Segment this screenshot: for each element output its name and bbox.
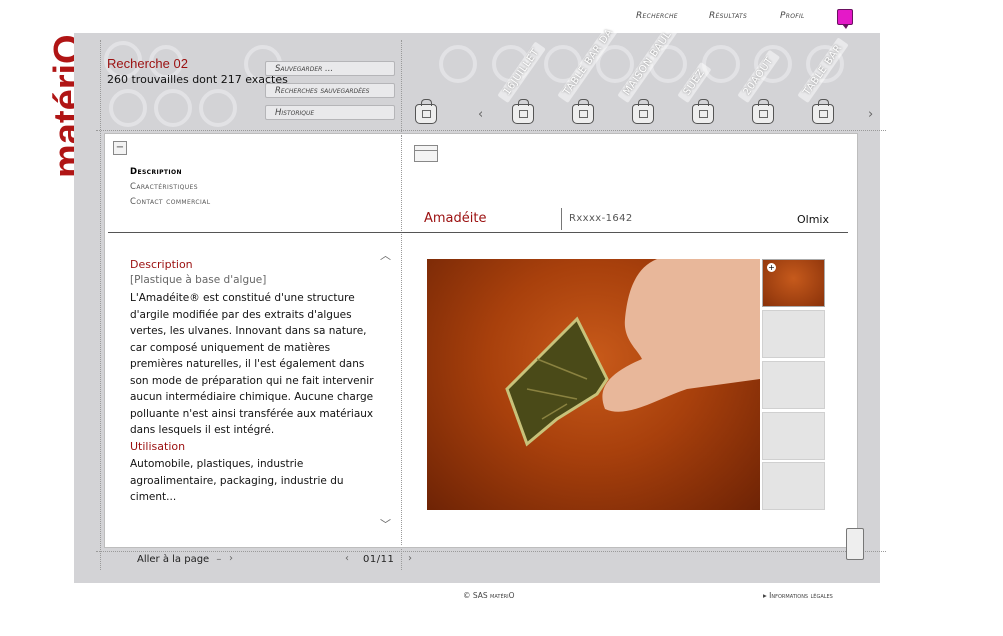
photo-thumbnail-empty xyxy=(762,361,825,409)
scroll-down-icon[interactable]: ﹀ xyxy=(380,516,391,532)
material-reference: Rxxxx-1642 xyxy=(569,213,633,224)
decor-ring xyxy=(702,45,740,83)
basket-icon[interactable] xyxy=(572,99,594,124)
prev-page-arrow[interactable]: ‹ xyxy=(345,553,349,564)
chat-icon[interactable] xyxy=(837,9,853,29)
photo-thumbnail[interactable]: + xyxy=(762,259,825,307)
goto-page-arrow[interactable]: › xyxy=(229,553,233,564)
trash-icon[interactable] xyxy=(846,528,864,560)
description-body: L'Amadéite® est constitué d'une structur… xyxy=(130,292,374,436)
collapse-button[interactable]: − xyxy=(113,141,127,155)
description-subtitle: [Plastique à base d'algue] xyxy=(130,274,267,286)
basket-icon[interactable] xyxy=(812,99,834,124)
description-title: Description xyxy=(130,258,193,271)
guide-line xyxy=(100,40,101,570)
nav-search-link[interactable]: Recherche xyxy=(636,11,678,21)
decor-ring xyxy=(109,89,147,127)
zoom-icon[interactable]: + xyxy=(767,263,776,272)
section-link-characteristics[interactable]: Caractéristiques xyxy=(130,182,198,192)
page-counter: 01/11 xyxy=(363,554,395,565)
decor-ring xyxy=(199,89,237,127)
basket-icon[interactable] xyxy=(632,99,654,124)
nav-profile-link[interactable]: Profil xyxy=(780,11,805,21)
nav-results-link[interactable]: Résultats xyxy=(709,11,747,21)
basket-prev-arrow[interactable]: ‹ xyxy=(478,107,483,122)
material-photo[interactable] xyxy=(427,259,760,510)
usage-title: Utilisation xyxy=(130,440,186,453)
goto-page-text: Aller à la page xyxy=(137,554,210,565)
panel-divider xyxy=(401,135,402,545)
section-link-contact[interactable]: Contact commercial xyxy=(130,197,210,207)
footer-copyright: © SAS matériO xyxy=(463,591,515,600)
goto-page-input[interactable]: – xyxy=(216,554,221,565)
basket-icon[interactable] xyxy=(752,99,774,124)
search-title: Recherche 02 xyxy=(107,56,188,71)
save-search-button[interactable]: Sauvegarder ... xyxy=(265,61,395,76)
header-separator xyxy=(561,208,562,230)
photo-thumbnail-empty xyxy=(762,310,825,358)
photo-thumbnail-empty xyxy=(762,462,825,510)
goto-page-label: Aller à la page – xyxy=(137,554,221,565)
guide-line xyxy=(96,130,886,131)
basket-icon[interactable] xyxy=(512,99,534,124)
list-view-icon[interactable] xyxy=(414,145,438,162)
usage-body: Automobile, plastiques, industrie agroal… xyxy=(130,458,344,503)
material-name: Amadéite xyxy=(424,211,487,226)
basket-icon[interactable] xyxy=(692,99,714,124)
decor-ring xyxy=(154,89,192,127)
history-button[interactable]: Historique xyxy=(265,105,395,120)
basket-icon[interactable] xyxy=(415,99,437,124)
section-link-description[interactable]: Description xyxy=(130,167,182,177)
decor-ring xyxy=(439,45,477,83)
material-brand: Olmix xyxy=(797,213,829,226)
search-summary: 260 trouvailles dont 217 exactes xyxy=(107,73,288,86)
guide-line xyxy=(96,551,886,552)
header-rule xyxy=(108,232,848,233)
photo-illustration xyxy=(505,259,760,447)
footer-legal-link[interactable]: ▸ Informations légales xyxy=(763,591,833,600)
basket-next-arrow[interactable]: › xyxy=(868,107,873,122)
saved-searches-button[interactable]: Recherches sauvegardées xyxy=(265,83,395,98)
photo-thumbnail-empty xyxy=(762,412,825,460)
next-page-arrow[interactable]: › xyxy=(408,553,412,564)
scroll-up-icon[interactable]: ︿ xyxy=(380,247,391,263)
